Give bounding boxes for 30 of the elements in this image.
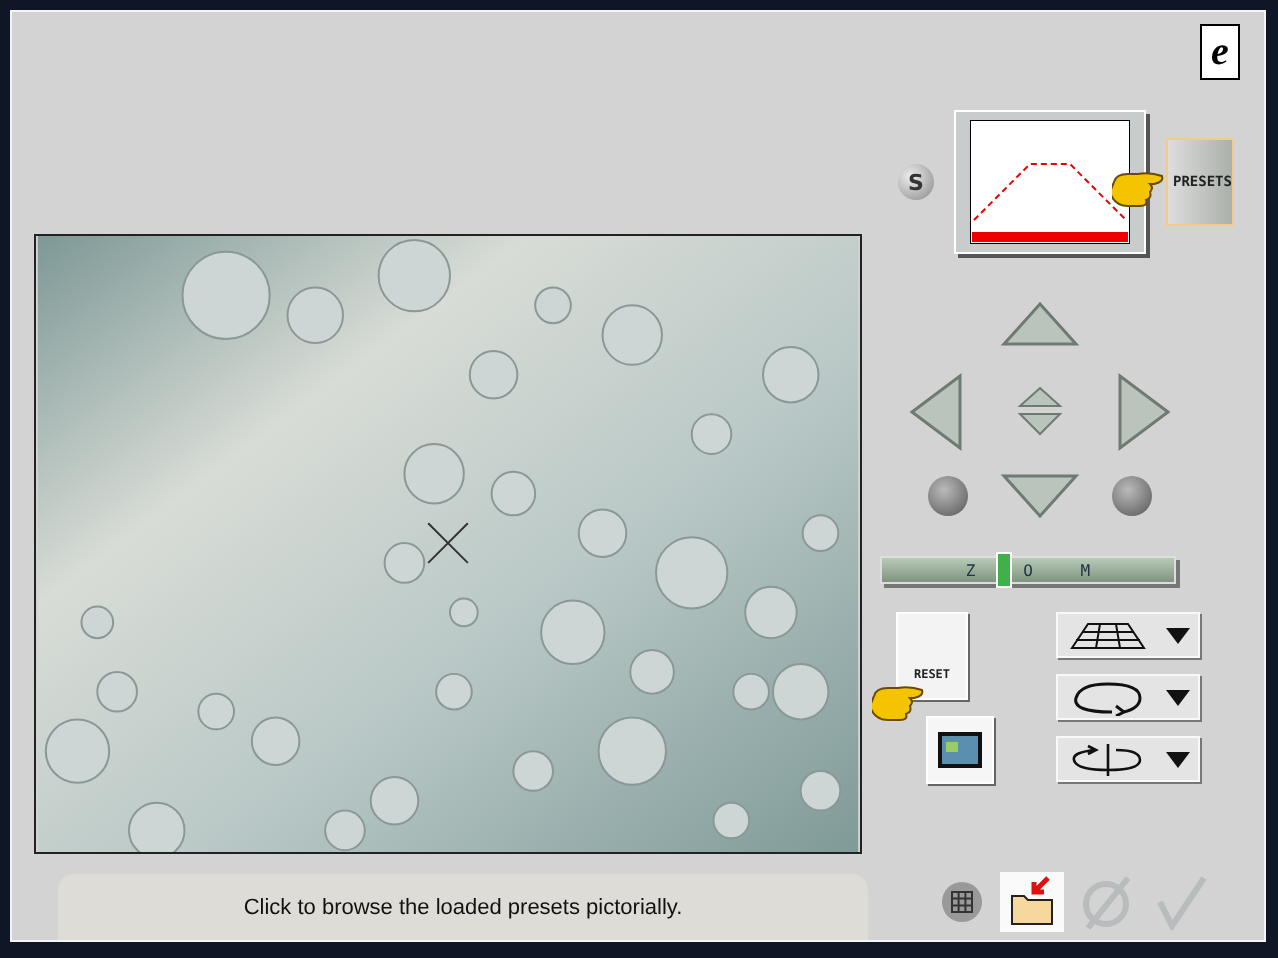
rotate-left-knob[interactable] bbox=[928, 476, 968, 516]
caret-icon bbox=[1165, 689, 1189, 705]
caret-icon bbox=[1165, 627, 1189, 643]
zoom-letter: M bbox=[1080, 561, 1091, 579]
up-arrow-button[interactable] bbox=[996, 296, 1084, 352]
zoom-slider[interactable]: Z O M bbox=[880, 556, 1176, 584]
preset-thumbnail[interactable] bbox=[954, 110, 1146, 254]
rotate-right-knob[interactable] bbox=[1112, 476, 1152, 516]
s-button[interactable]: S bbox=[898, 164, 934, 200]
cancel-icon bbox=[1080, 874, 1136, 930]
zoom-slider-thumb[interactable] bbox=[996, 552, 1013, 588]
pointing-hand-icon bbox=[872, 686, 924, 722]
open-button[interactable] bbox=[1000, 872, 1064, 932]
perspective-grid-icon bbox=[1067, 619, 1147, 651]
logo: e bbox=[1200, 24, 1240, 80]
caret-icon bbox=[1165, 751, 1189, 767]
rotate-dropdown[interactable] bbox=[1056, 674, 1200, 720]
flip-icon bbox=[1067, 741, 1147, 777]
grid-icon bbox=[940, 880, 984, 924]
image-button[interactable] bbox=[926, 716, 994, 784]
checkmark-icon bbox=[1152, 874, 1208, 930]
status-text: Click to browse the loaded presets pictorially. bbox=[58, 874, 868, 940]
image-icon bbox=[938, 732, 982, 768]
zoom-letter: Z bbox=[965, 561, 976, 579]
up-down-arrows-icon[interactable] bbox=[1016, 386, 1064, 438]
grid-button[interactable] bbox=[940, 880, 984, 924]
pointing-hand-icon bbox=[1112, 172, 1164, 208]
zoom-letter: O bbox=[1023, 561, 1033, 579]
flip-dropdown[interactable] bbox=[1056, 736, 1200, 782]
perspective-dropdown[interactable] bbox=[1056, 612, 1200, 658]
